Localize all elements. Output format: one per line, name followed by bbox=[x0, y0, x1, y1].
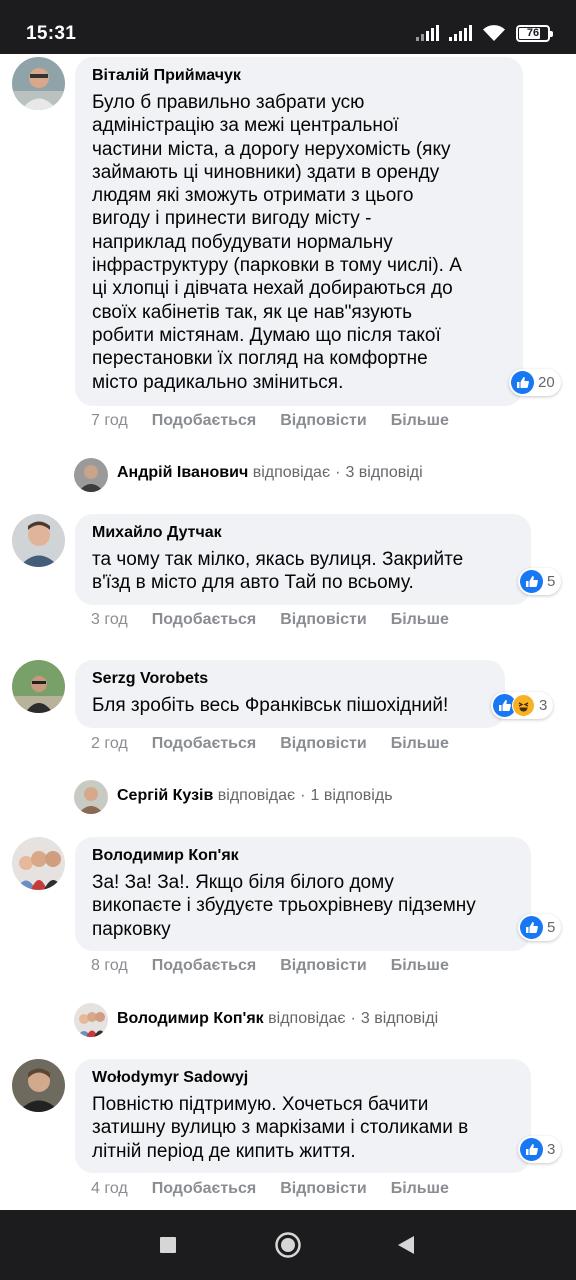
comment-time[interactable]: 7 год bbox=[91, 412, 128, 430]
status-time: 15:31 bbox=[26, 23, 77, 44]
avatar[interactable] bbox=[12, 1059, 65, 1112]
like-icon bbox=[520, 916, 543, 939]
comment-text: Було б правильно забрати усю адміністрац… bbox=[92, 92, 462, 393]
reaction-count: 3 bbox=[547, 1141, 556, 1158]
comment-text: Бля зробіть весь Франківськ пішохідний! bbox=[92, 695, 449, 716]
wifi-icon bbox=[483, 25, 505, 41]
status-bar: 15:31 76 bbox=[0, 0, 576, 54]
comment-bubble[interactable]: Serzg Vorobets Бля зробіть весь Франківс… bbox=[75, 660, 505, 728]
comment-actions: 7 год Подобається Відповісти Більше bbox=[91, 412, 473, 430]
signal-icon bbox=[449, 25, 472, 41]
reply-button[interactable]: Відповісти bbox=[280, 735, 366, 753]
comment-time[interactable]: 4 год bbox=[91, 1180, 128, 1198]
avatar[interactable] bbox=[12, 57, 65, 110]
navigation-bar bbox=[0, 1210, 576, 1280]
back-icon bbox=[398, 1236, 414, 1254]
more-button[interactable]: Більше bbox=[391, 735, 449, 753]
reply-verb: відповідає bbox=[268, 1010, 346, 1027]
battery-icon: 76 bbox=[516, 24, 553, 42]
like-button[interactable]: Подобається bbox=[152, 611, 257, 629]
reaction-count: 3 bbox=[539, 697, 548, 714]
reply-verb: відповідає bbox=[252, 464, 331, 481]
reply-author: Сергій Кузів bbox=[117, 787, 214, 804]
like-icon bbox=[520, 570, 543, 593]
like-icon bbox=[511, 371, 534, 394]
comment-bubble[interactable]: Wołodymyr Sadowyj Повністю підтримую. Хо… bbox=[75, 1059, 531, 1173]
like-button[interactable]: Подобається bbox=[152, 1180, 257, 1198]
avatar[interactable] bbox=[12, 514, 65, 567]
reply-sep: · bbox=[350, 1010, 356, 1027]
comment-time[interactable]: 3 год bbox=[91, 611, 128, 629]
signal-icon bbox=[416, 25, 439, 41]
home-button[interactable] bbox=[243, 1210, 333, 1280]
reply-sep: · bbox=[300, 787, 306, 804]
comment-actions: 3 год Подобається Відповісти Більше bbox=[91, 611, 473, 629]
comment-text: та чому так мілко, якась вулиця. Закрийт… bbox=[92, 549, 464, 594]
more-button[interactable]: Більше bbox=[391, 957, 449, 975]
comment-text: Повністю підтримую. Хочеться бачити зати… bbox=[92, 1094, 469, 1162]
reaction-badge[interactable]: 3 bbox=[491, 692, 554, 719]
comment-author[interactable]: Михайло Дутчак bbox=[92, 523, 514, 543]
like-button[interactable]: Подобається bbox=[152, 412, 257, 430]
reply-author: Володимир Коп'як bbox=[117, 1010, 264, 1027]
avatar[interactable] bbox=[74, 780, 108, 814]
home-icon bbox=[275, 1232, 301, 1258]
reaction-badge[interactable]: 20 bbox=[509, 369, 561, 396]
reply-button[interactable]: Відповісти bbox=[280, 611, 366, 629]
comment-bubble[interactable]: Михайло Дутчак та чому так мілко, якась … bbox=[75, 514, 531, 605]
like-icon bbox=[520, 1138, 543, 1161]
comment-actions: 2 год Подобається Відповісти Більше bbox=[91, 735, 473, 753]
back-button[interactable] bbox=[361, 1210, 451, 1280]
like-button[interactable]: Подобається bbox=[152, 957, 257, 975]
battery-level: 76 bbox=[526, 27, 540, 39]
status-icons: 76 bbox=[416, 24, 553, 42]
comment-bubble[interactable]: Віталій Приймачук Було б правильно забра… bbox=[75, 57, 523, 406]
avatar[interactable] bbox=[12, 837, 65, 890]
avatar[interactable] bbox=[12, 660, 65, 713]
reply-sep: · bbox=[335, 464, 341, 481]
comment-actions: 8 год Подобається Відповісти Більше bbox=[91, 957, 473, 975]
reaction-badge[interactable]: 3 bbox=[518, 1136, 562, 1163]
comment-author[interactable]: Wołodymyr Sadowyj bbox=[92, 1068, 514, 1088]
reaction-count: 5 bbox=[547, 573, 556, 590]
reply-count: 1 відповідь bbox=[310, 787, 393, 804]
reaction-count: 20 bbox=[538, 374, 555, 391]
reply-verb: відповідає bbox=[217, 787, 296, 804]
reaction-badge[interactable]: 5 bbox=[518, 568, 562, 595]
comment-bubble[interactable]: Володимир Коп'як За! За! За!. Якщо біля … bbox=[75, 837, 531, 951]
comment-text: За! За! За!. Якщо біля білого дому викоп… bbox=[92, 872, 476, 940]
comment-time[interactable]: 8 год bbox=[91, 957, 128, 975]
recent-apps-icon bbox=[160, 1237, 176, 1253]
haha-icon bbox=[512, 694, 535, 717]
more-button[interactable]: Більше bbox=[391, 412, 449, 430]
reply-count: 3 відповіді bbox=[360, 1010, 439, 1027]
reply-button[interactable]: Відповісти bbox=[280, 957, 366, 975]
reply-count: 3 відповіді bbox=[345, 464, 423, 481]
reply-button[interactable]: Відповісти bbox=[280, 412, 366, 430]
comment-actions: 4 год Подобається Відповісти Більше bbox=[91, 1180, 473, 1198]
reaction-count: 5 bbox=[547, 919, 556, 936]
comment-author[interactable]: Віталій Приймачук bbox=[92, 66, 506, 86]
more-button[interactable]: Більше bbox=[391, 611, 449, 629]
reply-author: Андрій Іванович bbox=[117, 464, 249, 481]
comment-author[interactable]: Serzg Vorobets bbox=[92, 669, 488, 689]
more-button[interactable]: Більше bbox=[391, 1180, 449, 1198]
reply-button[interactable]: Відповісти bbox=[280, 1180, 366, 1198]
avatar[interactable] bbox=[74, 458, 108, 492]
recent-apps-button[interactable] bbox=[123, 1210, 213, 1280]
view-replies-link[interactable]: Володимир Коп'як відповідає · 3 відповіді bbox=[117, 1010, 438, 1028]
like-button[interactable]: Подобається bbox=[152, 735, 257, 753]
comments-list[interactable]: Віталій Приймачук Було б правильно забра… bbox=[0, 54, 576, 1210]
view-replies-link[interactable]: Андрій Іванович відповідає · 3 відповіді bbox=[117, 464, 423, 482]
reaction-badge[interactable]: 5 bbox=[518, 914, 562, 941]
comment-time[interactable]: 2 год bbox=[91, 735, 128, 753]
comment-author[interactable]: Володимир Коп'як bbox=[92, 846, 514, 866]
view-replies-link[interactable]: Сергій Кузів відповідає · 1 відповідь bbox=[117, 787, 393, 805]
avatar[interactable] bbox=[74, 1003, 108, 1037]
